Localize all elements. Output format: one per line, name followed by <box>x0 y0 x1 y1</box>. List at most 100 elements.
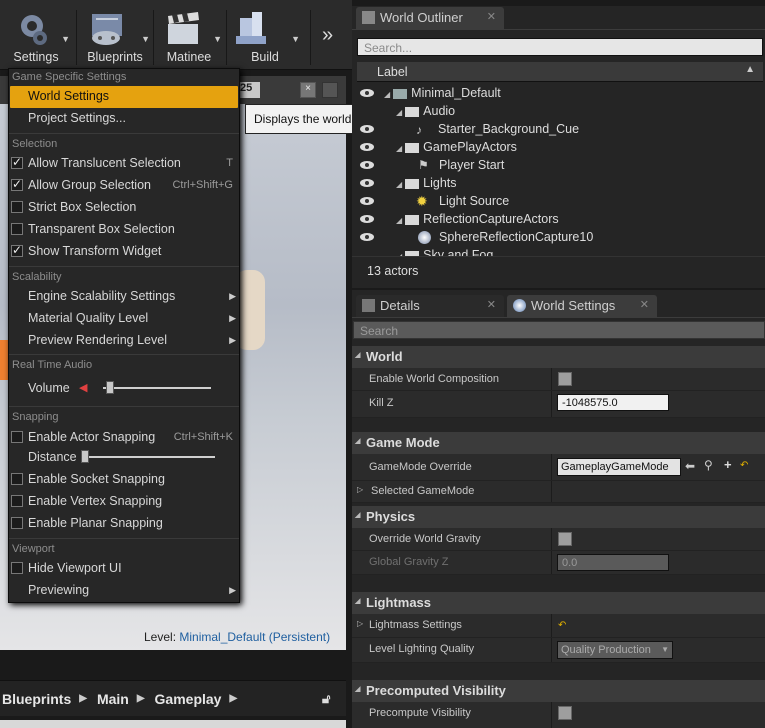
property-label[interactable]: Selected GameMode <box>371 485 474 497</box>
checkbox-actor-snapping[interactable] <box>11 431 23 443</box>
menu-item-transparent-box[interactable]: Transparent Box Selection <box>28 222 175 236</box>
menu-item-socket-snapping[interactable]: Enable Socket Snapping <box>28 472 165 486</box>
column-divider <box>551 614 552 637</box>
tree-item-minimal-default[interactable]: ◢ Minimal_Default <box>384 86 501 100</box>
tree-item-label: Player Start <box>439 158 505 172</box>
checkbox-planar-snapping[interactable] <box>11 517 23 529</box>
checkbox-show-transform[interactable] <box>11 243 23 257</box>
eye-icon[interactable] <box>360 161 374 169</box>
close-icon[interactable]: × <box>300 82 316 98</box>
outliner-icon <box>362 11 375 24</box>
menu-item-material-quality[interactable]: Material Quality Level <box>28 311 148 325</box>
eye-icon[interactable] <box>360 197 374 205</box>
volume-slider-handle[interactable] <box>106 381 114 394</box>
checkbox-strict-box[interactable] <box>11 201 23 213</box>
menu-item-actor-snapping[interactable]: Enable Actor Snapping <box>28 430 155 444</box>
eye-icon[interactable] <box>360 233 374 241</box>
checkbox-allow-translucent[interactable] <box>11 155 23 169</box>
tree-item-player-start[interactable]: ⚑ Player Start <box>418 158 504 172</box>
menu-item-project-settings[interactable]: Project Settings... <box>28 111 126 125</box>
gamemode-override-dropdown[interactable]: GameplayGameMode <box>557 458 681 476</box>
sort-icon[interactable]: ▲ <box>745 64 755 75</box>
tree-item-lights[interactable]: ◢ Lights <box>396 176 457 190</box>
eye-icon[interactable] <box>360 125 374 133</box>
expand-icon[interactable]: ▷ <box>357 485 363 494</box>
tree-item-sky-and-fog[interactable]: ◢Sky and Fog <box>396 248 493 256</box>
outliner-search-input[interactable]: Search... <box>357 38 763 56</box>
speaker-muted-icon[interactable]: ◀ <box>79 381 87 394</box>
category-game-mode[interactable]: Game Mode <box>352 432 765 454</box>
lighting-quality-dropdown[interactable]: Quality Production ▼ <box>557 641 673 659</box>
menu-item-allow-group[interactable]: Allow Group Selection <box>28 178 151 192</box>
browse-icon[interactable]: ⚲ <box>704 458 713 472</box>
menu-item-vertex-snapping[interactable]: Enable Vertex Snapping <box>28 494 162 508</box>
close-icon[interactable]: ✕ <box>487 298 496 311</box>
checkbox-transparent-box[interactable] <box>11 223 23 235</box>
tree-item-gameplayactors[interactable]: ◢ GamePlayActors <box>396 140 517 154</box>
checkbox-allow-group[interactable] <box>11 177 23 191</box>
reset-to-default-icon[interactable]: ↶ <box>558 620 566 631</box>
close-icon[interactable]: ✕ <box>640 298 649 311</box>
maximize-icon[interactable] <box>322 82 338 98</box>
breadcrumb-blueprints[interactable]: Blueprints <box>2 691 71 707</box>
eye-icon[interactable] <box>360 179 374 187</box>
toolbar-overflow-button[interactable]: » <box>322 24 333 47</box>
eye-icon[interactable] <box>360 215 374 223</box>
breadcrumb-gameplay[interactable]: Gameplay <box>155 691 222 707</box>
checkbox-override-world-gravity[interactable] <box>558 532 572 546</box>
settings-button[interactable]: Settings ▼ <box>2 4 70 68</box>
build-button[interactable]: Build ▼ <box>230 4 300 68</box>
category-world[interactable]: World <box>352 346 765 368</box>
details-search-input[interactable]: Search <box>353 321 765 339</box>
volume-slider[interactable] <box>103 387 211 389</box>
checkbox-vertex-snapping[interactable] <box>11 495 23 507</box>
menu-item-previewing[interactable]: Previewing <box>28 583 89 597</box>
category-precomputed-visibility[interactable]: Precomputed Visibility <box>352 680 765 702</box>
eye-icon[interactable] <box>360 143 374 151</box>
reset-to-default-icon[interactable]: ↶ <box>740 460 748 471</box>
tree-item-light-source[interactable]: ✹ Light Source <box>416 193 509 209</box>
distance-slider[interactable] <box>81 456 215 458</box>
expand-icon[interactable]: ▷ <box>357 619 363 628</box>
content-scrollbar[interactable] <box>0 720 346 728</box>
tree-item-reflectioncaptureactors[interactable]: ◢ ReflectionCaptureActors <box>396 212 559 226</box>
tab-details[interactable]: Details ✕ <box>356 295 504 317</box>
tree-item-spherereflectioncapture10[interactable]: SphereReflectionCapture10 <box>418 230 593 244</box>
column-divider <box>551 454 552 480</box>
checkbox-precompute-visibility[interactable] <box>558 706 572 720</box>
category-physics[interactable]: Physics <box>352 506 765 528</box>
breadcrumb-main[interactable]: Main <box>97 691 129 707</box>
shortcut-label: Ctrl+Shift+G <box>172 179 233 191</box>
dropdown-value: GameplayGameMode <box>561 461 669 473</box>
eye-icon[interactable] <box>360 89 374 97</box>
close-icon[interactable]: ✕ <box>487 10 496 23</box>
menu-item-engine-scalability[interactable]: Engine Scalability Settings <box>28 289 175 303</box>
folder-icon <box>405 106 420 117</box>
menu-item-show-transform[interactable]: Show Transform Widget <box>28 244 161 258</box>
checkbox-socket-snapping[interactable] <box>11 473 23 485</box>
checkbox-enable-world-composition[interactable] <box>558 372 572 386</box>
menu-item-planar-snapping[interactable]: Enable Planar Snapping <box>28 516 163 530</box>
menu-item-hide-viewport-ui[interactable]: Hide Viewport UI <box>28 561 122 575</box>
property-label[interactable]: Lightmass Settings <box>369 619 462 631</box>
tree-item-starter-background-cue[interactable]: ♪ Starter_Background_Cue <box>416 122 579 137</box>
distance-slider-handle[interactable] <box>81 450 89 463</box>
kill-z-input[interactable]: -1048575.0 <box>557 394 669 411</box>
matinee-button[interactable]: Matinee ▼ <box>156 4 222 68</box>
menu-item-preview-rendering[interactable]: Preview Rendering Level <box>28 333 167 347</box>
menu-item-strict-box[interactable]: Strict Box Selection <box>28 200 136 214</box>
lock-icon[interactable]: 🔓︎ <box>322 691 330 707</box>
tree-item-audio[interactable]: ◢ Audio <box>396 104 455 118</box>
checkbox-hide-viewport-ui[interactable] <box>11 562 23 574</box>
level-name: Minimal_Default (Persistent) <box>179 630 331 644</box>
tab-world-outliner[interactable]: World Outliner ✕ <box>356 7 504 29</box>
menu-divider <box>9 406 239 407</box>
menu-item-allow-translucent[interactable]: Allow Translucent Selection <box>28 156 181 170</box>
tab-world-settings[interactable]: World Settings ✕ <box>507 295 657 317</box>
add-icon[interactable]: + <box>724 457 732 472</box>
blueprints-button[interactable]: Blueprints ▼ <box>80 4 150 68</box>
build-blocks-icon <box>236 12 266 44</box>
use-selected-arrow-icon[interactable]: ⬅ <box>685 459 695 473</box>
category-lightmass[interactable]: Lightmass <box>352 592 765 614</box>
outliner-column-header[interactable]: Label ▲ <box>357 62 763 82</box>
